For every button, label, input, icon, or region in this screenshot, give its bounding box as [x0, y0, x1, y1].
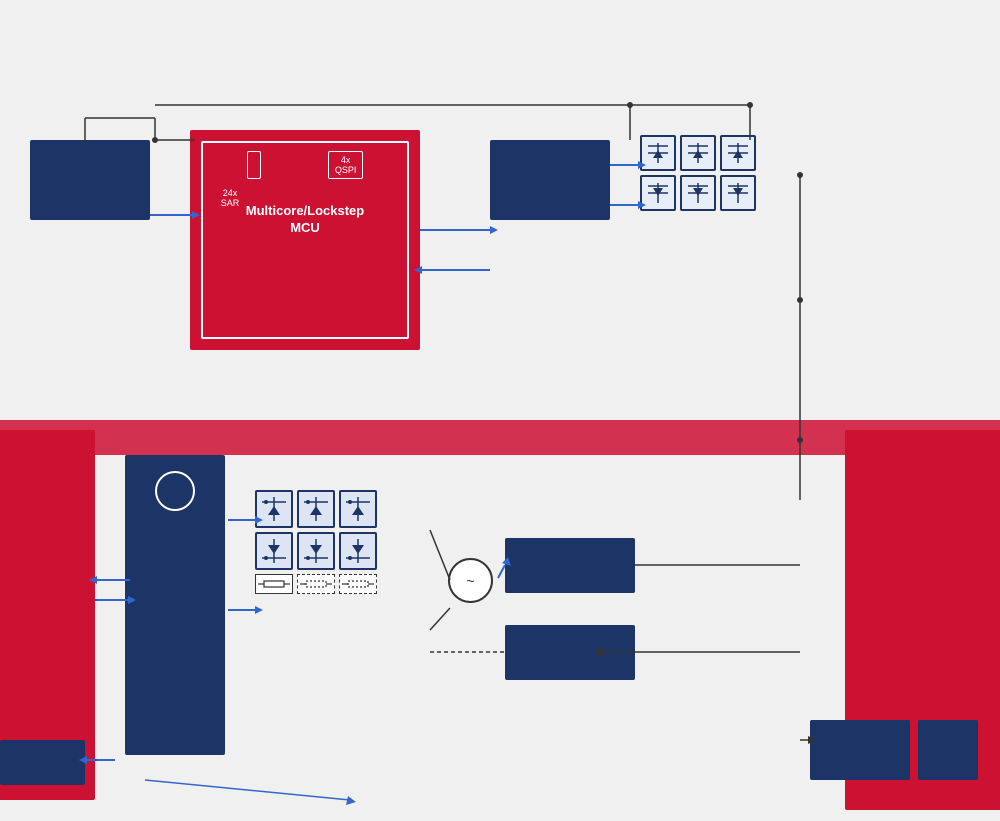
mosfet-bot-4 — [255, 532, 293, 570]
resistor-1 — [255, 574, 293, 594]
mcu-main-text: Multicore/LockstepMCU — [203, 203, 407, 237]
mosfet-bot-5 — [297, 532, 335, 570]
starter-gen-symbol: ~ — [448, 558, 493, 603]
can-tl-block — [918, 720, 978, 780]
mosfet-bottom-group — [255, 490, 430, 660]
mosfet-bottom-row2 — [255, 532, 430, 570]
hbridge-block — [490, 140, 610, 220]
mosfet-top-group — [640, 135, 800, 215]
mosfet-bot-3 — [339, 490, 377, 528]
rotor-position-block — [505, 538, 635, 593]
mosfet-sym-4 — [640, 175, 676, 211]
mcu-top-row: 4xQSPI — [203, 143, 407, 179]
mosfet-bot-1 — [255, 490, 293, 528]
mosfet-sym-6 — [720, 175, 756, 211]
diagram-area: 4xQSPI 24xSAR Multicore/LockstepMCU — [0, 100, 1000, 821]
resistors-row — [255, 574, 430, 594]
mosfet-bot-2 — [297, 490, 335, 528]
mosfet-sym-5 — [680, 175, 716, 211]
mcu-multicore: Multicore/LockstepMCU — [203, 203, 407, 237]
mosfet-bottom-row1 — [255, 490, 430, 528]
supply-ic-block — [30, 140, 150, 220]
mosfet-sym-1 — [640, 135, 676, 171]
mcu-block: 4xQSPI 24xSAR Multicore/LockstepMCU — [190, 130, 420, 350]
mcu-qspi: 4xQSPI — [328, 151, 364, 179]
left-autosar-label — [9, 791, 64, 800]
mosfet-sym-3 — [720, 135, 756, 171]
resistor-3 — [339, 574, 377, 594]
main-page: 4xQSPI 24xSAR Multicore/LockstepMCU — [0, 0, 1000, 821]
mosfet-sym-2 — [680, 135, 716, 171]
mosfet-row-1 — [640, 135, 800, 171]
starter-gen-icon: ~ — [466, 573, 474, 589]
threephase-block — [125, 455, 225, 755]
current-sense-block — [505, 625, 635, 680]
mcu-hsm — [247, 151, 261, 179]
resistor-2 — [297, 574, 335, 594]
mosfet-row-2 — [640, 175, 800, 211]
mosfet-bot-6 — [339, 532, 377, 570]
lin-block — [0, 740, 85, 785]
mcu-inner: 4xQSPI 24xSAR Multicore/LockstepMCU — [201, 141, 409, 339]
sil-badge — [155, 471, 195, 511]
title-section — [0, 0, 1000, 25]
can-tle-block — [810, 720, 910, 780]
